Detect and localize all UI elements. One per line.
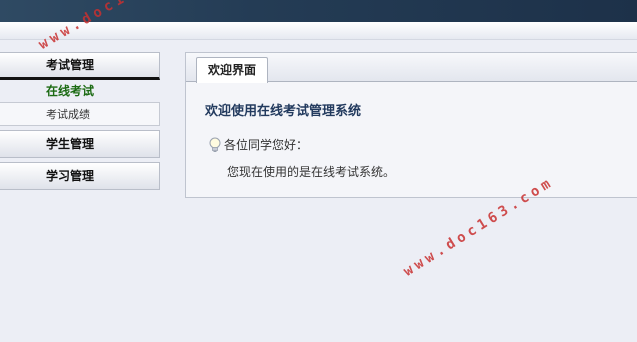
message-text: 您现在使用的是在线考试系统。 <box>227 165 396 179</box>
greeting-line: 各位同学您好： <box>208 136 308 153</box>
menu-study-management[interactable]: 学习管理 <box>0 162 160 190</box>
lightbulb-icon <box>209 137 221 152</box>
menu-student-management-label: 学生管理 <box>46 137 95 151</box>
menu-exam-management-label: 考试管理 <box>46 58 95 72</box>
menu-exam-management[interactable]: 考试管理 <box>0 52 160 80</box>
tab-strip: 欢迎界面 <box>186 53 637 83</box>
sidebar: 考试管理 在线考试 考试成绩 学生管理 学习管理 <box>0 52 160 190</box>
main-panel: 欢迎界面 欢迎使用在线考试管理系统 各位同学您好： 您现在使用的是在线考试系统。 <box>185 52 637 198</box>
tab-welcome[interactable]: 欢迎界面 <box>196 57 269 83</box>
page-title: 欢迎使用在线考试管理系统 <box>205 104 362 119</box>
menu-student-management[interactable]: 学生管理 <box>0 130 160 158</box>
menu-study-management-label: 学习管理 <box>46 169 95 183</box>
greeting-text: 各位同学您好： <box>224 138 309 152</box>
menu-item-online-exam[interactable]: 在线考试 <box>0 80 160 102</box>
sub-banner <box>0 22 637 40</box>
menu-item-exam-scores[interactable]: 考试成绩 <box>0 102 160 126</box>
